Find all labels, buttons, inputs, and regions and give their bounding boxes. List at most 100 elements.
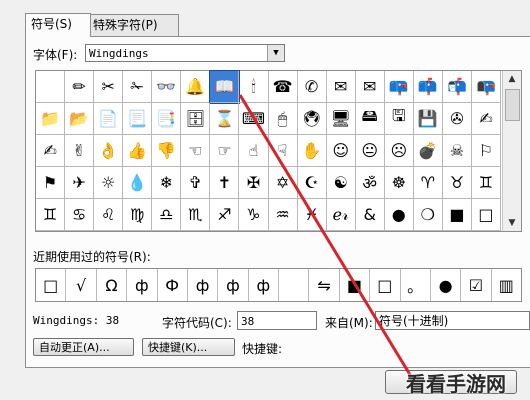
symbol-cell[interactable]: ⌛ bbox=[210, 103, 240, 135]
scroll-thumb[interactable] bbox=[505, 89, 520, 121]
recent-symbol-cell[interactable]: ф bbox=[218, 269, 249, 301]
symbol-cell[interactable]: ✉ bbox=[355, 71, 385, 103]
symbol-cell[interactable]: 🖲 bbox=[297, 103, 327, 135]
recent-symbol-cell[interactable]: □ bbox=[36, 269, 67, 301]
symbol-cell[interactable]: 🕯 bbox=[239, 71, 269, 103]
symbol-cell[interactable]: 📬 bbox=[442, 71, 472, 103]
recent-symbol-cell[interactable]: ф bbox=[188, 269, 219, 301]
symbol-cell[interactable]: ℯ𝓇 bbox=[326, 199, 356, 231]
shortcut-key-button[interactable]: 快捷键(K)... bbox=[142, 338, 235, 356]
symbol-cell[interactable]: 💧 bbox=[123, 167, 153, 199]
symbol-cell[interactable]: ♏ bbox=[181, 199, 211, 231]
recent-symbol-cell[interactable]: ⇋ bbox=[309, 269, 340, 301]
symbol-cell[interactable]: ♒ bbox=[268, 199, 298, 231]
symbol-cell[interactable]: □ bbox=[471, 199, 501, 231]
symbol-cell[interactable]: 🗄 bbox=[181, 103, 211, 135]
symbol-cell[interactable]: ☹ bbox=[384, 135, 414, 167]
symbol-cell[interactable]: ✞ bbox=[181, 167, 211, 199]
symbol-cell[interactable]: ✌ bbox=[65, 135, 95, 167]
symbol-cell[interactable]: 💾 bbox=[413, 103, 443, 135]
symbol-cell[interactable]: ♌ bbox=[94, 199, 124, 231]
font-select[interactable]: Wingdings ▼ bbox=[85, 44, 285, 62]
symbol-cell[interactable] bbox=[36, 71, 66, 103]
recent-symbol-cell[interactable]: ■ bbox=[340, 269, 371, 301]
symbol-cell[interactable]: ✁ bbox=[123, 71, 153, 103]
tab-symbols[interactable]: 符号(S) bbox=[25, 13, 91, 37]
symbol-cell[interactable]: ☜ bbox=[181, 135, 211, 167]
symbol-cell[interactable]: ✈ bbox=[65, 167, 95, 199]
symbol-cell[interactable]: ♋ bbox=[65, 199, 95, 231]
symbol-cell[interactable]: ● bbox=[384, 199, 414, 231]
symbol-cell[interactable]: ☺ bbox=[326, 135, 356, 167]
symbol-cell[interactable]: ♎ bbox=[152, 199, 182, 231]
symbol-cell[interactable]: ☼ bbox=[94, 167, 124, 199]
symbol-cell[interactable]: ✍ bbox=[36, 135, 66, 167]
symbol-cell[interactable]: ✆ bbox=[297, 71, 327, 103]
recent-symbol-cell[interactable]: ● bbox=[431, 269, 462, 301]
scroll-up-icon[interactable]: ▲ bbox=[503, 71, 521, 87]
scroll-down-icon[interactable]: ▼ bbox=[503, 215, 521, 231]
recent-symbol-cell[interactable]: ▥ bbox=[492, 269, 521, 301]
symbol-cell[interactable]: ॐ bbox=[355, 167, 385, 199]
symbol-cell[interactable]: 👓 bbox=[152, 71, 182, 103]
symbol-cell[interactable]: ♈ bbox=[413, 167, 443, 199]
symbol-cell[interactable]: ✡ bbox=[268, 167, 298, 199]
recent-symbol-cell[interactable]: □ bbox=[370, 269, 401, 301]
symbol-cell[interactable]: 🔔 bbox=[181, 71, 211, 103]
symbol-cell[interactable]: 📑 bbox=[152, 103, 182, 135]
chevron-down-icon[interactable]: ▼ bbox=[267, 45, 284, 61]
symbol-cell[interactable]: ☞ bbox=[210, 135, 240, 167]
symbol-cell[interactable]: ♑ bbox=[239, 199, 269, 231]
symbol-cell[interactable]: 📪 bbox=[384, 71, 414, 103]
recent-symbol-cell[interactable]: √ bbox=[66, 269, 97, 301]
symbol-cell[interactable]: ✇ bbox=[442, 103, 472, 135]
symbol-cell[interactable]: 📁 bbox=[36, 103, 66, 135]
symbol-cell[interactable]: ☪ bbox=[297, 167, 327, 199]
symbol-cell[interactable]: ☟ bbox=[268, 135, 298, 167]
symbol-cell[interactable]: ☯ bbox=[326, 167, 356, 199]
symbol-cell[interactable]: ♊ bbox=[471, 167, 501, 199]
symbol-cell[interactable]: ✠ bbox=[239, 167, 269, 199]
symbol-cell[interactable]: ✋ bbox=[297, 135, 327, 167]
recent-symbol-cell[interactable]: ф bbox=[127, 269, 158, 301]
symbol-cell[interactable]: 📫 bbox=[413, 71, 443, 103]
recent-symbol-cell[interactable]: Ф bbox=[158, 269, 188, 301]
symbol-cell[interactable]: ⚐ bbox=[471, 135, 501, 167]
symbol-cell[interactable]: ☎ bbox=[268, 71, 298, 103]
symbol-cell[interactable]: 💣 bbox=[413, 135, 443, 167]
recent-symbol-cell[interactable]: 。 bbox=[401, 269, 431, 301]
symbol-grid-scrollbar[interactable]: ▲ ▼ bbox=[502, 71, 521, 231]
symbol-cell[interactable]: ■ bbox=[442, 199, 472, 231]
symbol-cell[interactable]: 🖥 bbox=[326, 103, 356, 135]
symbol-cell[interactable]: ♉ bbox=[442, 167, 472, 199]
symbol-cell[interactable]: 📖 bbox=[209, 70, 241, 104]
symbol-cell[interactable]: ♓ bbox=[297, 199, 327, 231]
tab-special-characters[interactable]: 特殊字符(P) bbox=[87, 14, 179, 36]
symbol-cell[interactable]: 🖴 bbox=[355, 103, 385, 135]
symbol-cell[interactable]: 📂 bbox=[65, 103, 95, 135]
symbol-cell[interactable]: ✂ bbox=[94, 71, 124, 103]
symbol-cell[interactable]: 📄 bbox=[94, 103, 124, 135]
char-code-input[interactable]: 38 bbox=[237, 311, 317, 330]
symbol-cell[interactable]: 👍 bbox=[123, 135, 153, 167]
autocorrect-button[interactable]: 自动更正(A)... bbox=[33, 338, 134, 356]
recent-symbol-cell[interactable]: Ω bbox=[97, 269, 128, 301]
symbol-cell[interactable]: 👌 bbox=[94, 135, 124, 167]
symbol-cell[interactable]: ✉ bbox=[326, 71, 356, 103]
recent-symbol-cell[interactable] bbox=[279, 269, 310, 301]
symbol-cell[interactable]: & bbox=[355, 199, 385, 231]
symbol-cell[interactable]: ♊ bbox=[36, 199, 66, 231]
symbol-cell[interactable]: ⌨ bbox=[239, 103, 269, 135]
symbol-cell[interactable]: 📭 bbox=[471, 71, 501, 103]
symbol-cell[interactable]: ⚑ bbox=[36, 167, 66, 199]
recent-symbol-cell[interactable]: ф bbox=[249, 269, 279, 301]
symbol-cell[interactable]: ☝ bbox=[239, 135, 269, 167]
symbol-cell[interactable]: ☸ bbox=[384, 167, 414, 199]
symbol-cell[interactable]: ✍ bbox=[471, 103, 501, 135]
symbol-cell[interactable]: 👎 bbox=[152, 135, 182, 167]
symbol-cell[interactable]: 🖱 bbox=[268, 103, 298, 135]
symbol-cell[interactable]: ❍ bbox=[413, 199, 443, 231]
symbol-cell[interactable]: 📃 bbox=[123, 103, 153, 135]
from-select[interactable]: 符号(十进制) bbox=[375, 311, 530, 330]
symbol-cell[interactable]: ♍ bbox=[123, 199, 153, 231]
